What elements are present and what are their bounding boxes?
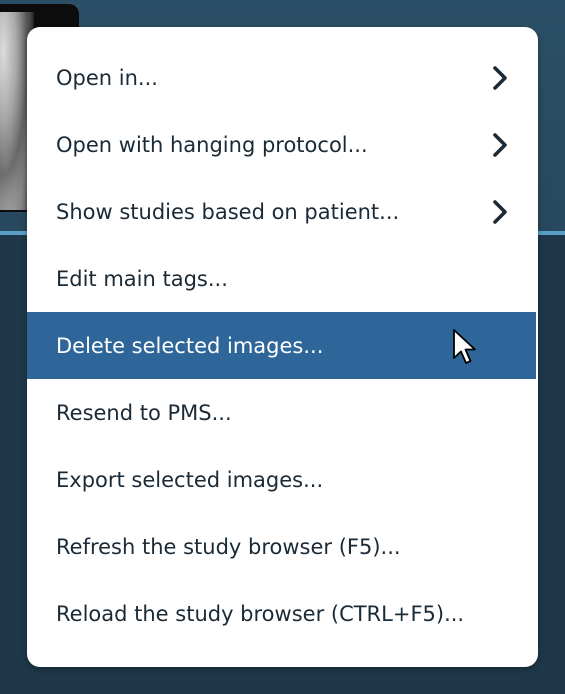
menu-item-label: Open in... [56,65,158,90]
menu-item-label: Edit main tags... [56,266,228,291]
chevron-right-icon [493,66,507,90]
mouse-cursor-icon [453,329,476,364]
menu-item-label: Export selected images... [56,467,324,492]
menu-item-resend-to-pms[interactable]: Resend to PMS... [27,379,536,446]
menu-item-label: Show studies based on patient... [56,199,400,224]
menu-item-label: Refresh the study browser (F5)... [56,534,401,559]
chevron-right-icon [493,133,507,157]
chevron-right-icon [493,200,507,224]
menu-item-open-with-hanging-protocol[interactable]: Open with hanging protocol... [27,111,536,178]
menu-item-delete-selected-images[interactable]: Delete selected images... [27,312,536,379]
menu-item-label: Reload the study browser (CTRL+F5)... [56,601,465,626]
menu-item-open-in[interactable]: Open in... [27,44,536,111]
menu-item-export-selected-images[interactable]: Export selected images... [27,446,536,513]
menu-item-refresh-study-browser[interactable]: Refresh the study browser (F5)... [27,513,536,580]
menu-item-edit-main-tags[interactable]: Edit main tags... [27,245,536,312]
menu-item-show-studies-based-on-patient[interactable]: Show studies based on patient... [27,178,536,245]
menu-item-label: Open with hanging protocol... [56,132,368,157]
menu-item-label: Resend to PMS... [56,400,232,425]
context-menu: Open in... Open with hanging protocol...… [27,27,538,667]
menu-item-label: Delete selected images... [56,333,324,358]
menu-item-reload-study-browser[interactable]: Reload the study browser (CTRL+F5)... [27,580,536,647]
